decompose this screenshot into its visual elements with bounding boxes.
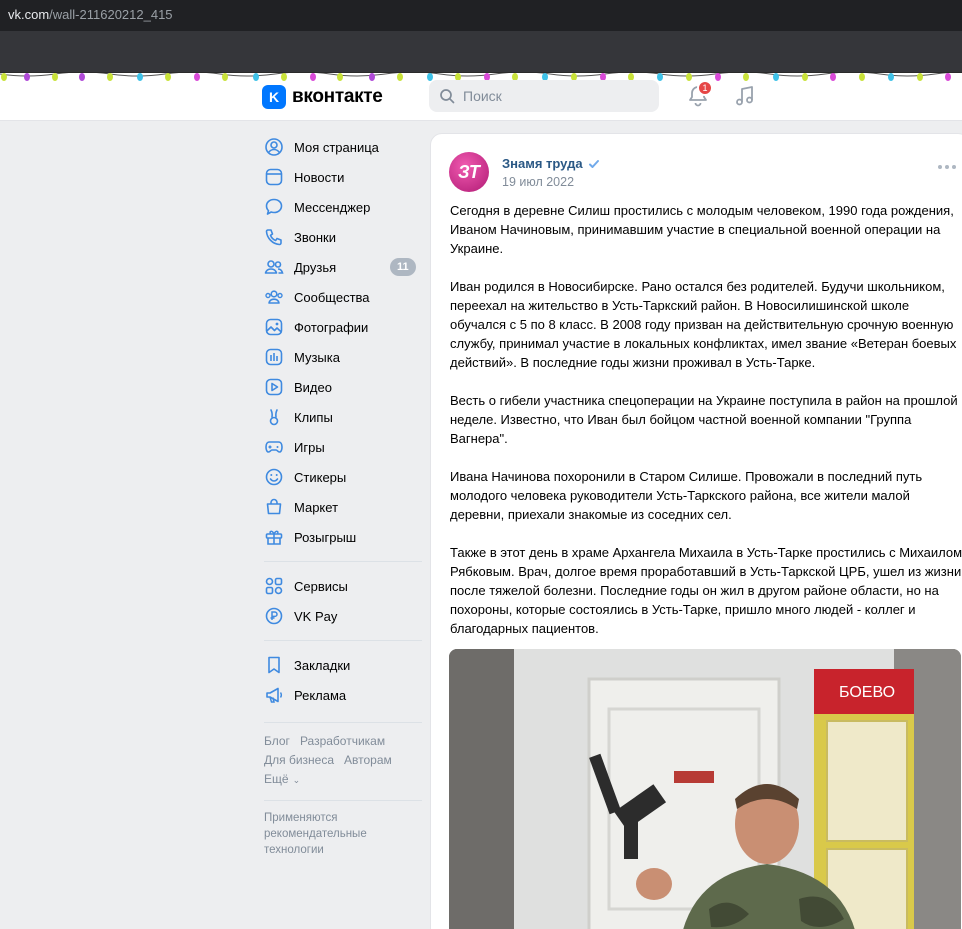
left-nav: Моя страница Новости Мессенджер Звонки Друзь… xyxy=(256,132,426,858)
footer-dev-link[interactable]: Разработчикам xyxy=(300,734,385,748)
clips-icon xyxy=(269,409,279,426)
avatar[interactable]: ЗТ xyxy=(449,152,489,192)
footer-business-link[interactable]: Для бизнеса xyxy=(264,753,334,767)
post-paragraph: Сегодня в деревне Силиш простились с мол… xyxy=(450,203,954,256)
wall-post: ЗТ Знамя труда 19 июл 2022 Сегодня в дер… xyxy=(430,133,962,929)
post-text: Сегодня в деревне Силиш простились с мол… xyxy=(450,201,962,657)
sidebar-item-smile[interactable]: Стикеры xyxy=(256,462,426,492)
communities-icon xyxy=(265,290,283,304)
photo-icon xyxy=(265,318,283,336)
photo-sign-text: БОЕВО xyxy=(839,684,895,701)
post-date[interactable]: 19 июл 2022 xyxy=(502,175,574,189)
sidebar-item-label: Клипы xyxy=(294,409,333,425)
sidebar-item-gift[interactable]: Розыгрыш xyxy=(256,522,426,552)
sidebar-item-market[interactable]: Маркет xyxy=(256,492,426,522)
search-icon xyxy=(440,89,455,104)
sidebar-item-label: Новости xyxy=(294,169,345,185)
sidebar-item-photo[interactable]: Фотографии xyxy=(256,312,426,342)
sidebar-item-label: Сервисы xyxy=(294,578,348,594)
sidebar-item-gamepad[interactable]: Игры xyxy=(256,432,426,462)
sidebar-item-friends[interactable]: Друзья 11 xyxy=(256,252,426,282)
recommendation-notice[interactable]: Применяются рекомендательные технологии xyxy=(256,810,386,858)
sidebar-item-vkpay[interactable]: VK Pay xyxy=(256,601,426,631)
verified-icon xyxy=(588,159,599,168)
megaphone-icon xyxy=(266,687,282,703)
nav-divider xyxy=(264,722,422,723)
vk-logo-text: вконтакте xyxy=(292,86,383,107)
sidebar-item-megaphone[interactable]: Реклама xyxy=(256,680,426,710)
sidebar-item-label: Стикеры xyxy=(294,469,347,485)
sidebar-item-label: Звонки xyxy=(294,229,336,245)
footer-blog-link[interactable]: Блог xyxy=(264,734,290,748)
message-icon xyxy=(265,198,283,215)
sidebar-item-message[interactable]: Мессенджер xyxy=(256,192,426,222)
sidebar-item-label: Розыгрыш xyxy=(294,529,357,545)
nav-divider xyxy=(264,640,422,641)
sidebar-item-clips[interactable]: Клипы xyxy=(256,402,426,432)
browser-toolbar xyxy=(0,31,962,73)
sidebar-item-label: Музыка xyxy=(294,349,340,365)
sidebar-item-label: VK Pay xyxy=(294,608,338,624)
video-icon xyxy=(265,378,283,396)
sidebar-item-label: Мессенджер xyxy=(294,199,371,215)
sidebar-item-user-circle[interactable]: Моя страница xyxy=(256,132,426,162)
music-icon xyxy=(265,348,283,366)
sidebar-item-phone[interactable]: Звонки xyxy=(256,222,426,252)
post-paragraph: Иван родился в Новосибирске. Рано осталс… xyxy=(450,279,957,370)
photo-content: БОЕВО xyxy=(449,649,961,929)
nav-divider xyxy=(264,800,422,801)
sidebar-item-video[interactable]: Видео xyxy=(256,372,426,402)
more-options-icon[interactable] xyxy=(937,164,957,170)
footer-authors-link[interactable]: Авторам xyxy=(344,753,392,767)
browser-address-bar[interactable]: vk.com/wall-211620212_415 xyxy=(0,0,962,31)
friends-count-badge: 11 xyxy=(390,258,416,276)
search-placeholder: Поиск xyxy=(463,88,502,104)
newsfeed-icon xyxy=(265,168,283,186)
sidebar-item-services[interactable]: Сервисы xyxy=(256,571,426,601)
music-icon[interactable] xyxy=(733,84,757,108)
post-paragraph: Весть о гибели участника спецоперации на… xyxy=(450,393,958,446)
user-circle-icon xyxy=(265,138,283,156)
footer-more-link[interactable]: Ещё ⌄ xyxy=(264,770,426,790)
sidebar-item-label: Маркет xyxy=(294,499,339,515)
sidebar-item-newsfeed[interactable]: Новости xyxy=(256,162,426,192)
sidebar-item-bookmark[interactable]: Закладки xyxy=(256,650,426,680)
phone-icon xyxy=(265,229,282,246)
sidebar-item-label: Моя страница xyxy=(294,139,379,155)
post-paragraph: Ивана Начинова похоронили в Старом Силиш… xyxy=(450,469,923,522)
friends-icon xyxy=(264,260,284,274)
bookmark-icon xyxy=(268,656,280,674)
search-input[interactable]: Поиск xyxy=(429,80,659,112)
post-paragraph: Также в этот день в храме Архангела Миха… xyxy=(450,545,962,636)
vk-header: K вконтакте Поиск xyxy=(0,73,962,121)
vkpay-icon xyxy=(265,607,283,625)
sidebar-item-label: Закладки xyxy=(294,657,351,673)
sidebar-item-music[interactable]: Музыка xyxy=(256,342,426,372)
vk-logo[interactable]: K вконтакте xyxy=(262,85,383,109)
post-author[interactable]: Знамя труда xyxy=(502,156,600,171)
sidebar-item-communities[interactable]: Сообщества xyxy=(256,282,426,312)
post-photo[interactable]: БОЕВО xyxy=(449,649,961,929)
smile-icon xyxy=(265,468,283,486)
market-icon xyxy=(266,498,282,515)
vk-logo-mark: K xyxy=(262,85,286,109)
sidebar-item-label: Видео xyxy=(294,379,332,395)
nav-divider xyxy=(264,561,422,562)
sidebar-item-label: Реклама xyxy=(294,687,347,703)
gift-icon xyxy=(265,530,283,545)
sidebar-item-label: Игры xyxy=(294,439,325,455)
gamepad-icon xyxy=(265,441,283,453)
services-icon xyxy=(265,577,283,595)
url-text[interactable]: vk.com/wall-211620212_415 xyxy=(8,7,173,22)
footer-links: Блог Разработчикам Для бизнеса Авторам Ещё… xyxy=(256,732,426,790)
notification-badge: 1 xyxy=(697,80,713,96)
chevron-down-icon: ⌄ xyxy=(292,775,301,785)
sidebar-item-label: Сообщества xyxy=(294,289,370,305)
sidebar-item-label: Друзья xyxy=(294,259,337,275)
sidebar-item-label: Фотографии xyxy=(294,319,369,335)
